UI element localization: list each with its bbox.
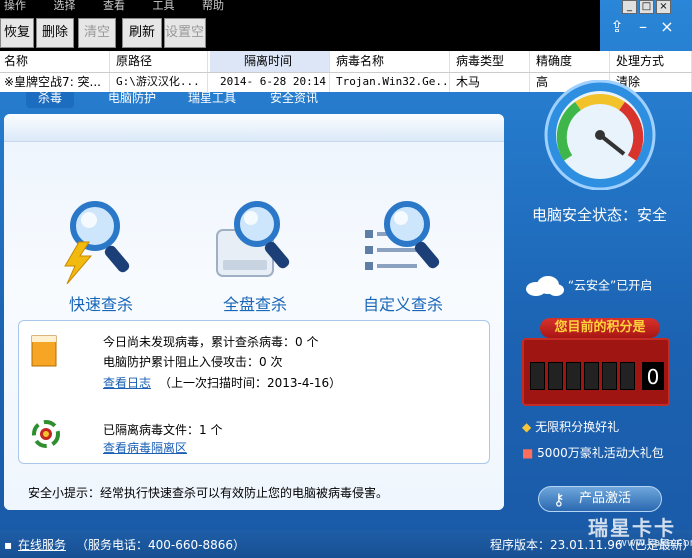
tab-protection[interactable]: 电脑防护 [108,92,156,108]
column-header-path[interactable]: 原路径 [112,51,208,72]
tab-news[interactable]: 安全资讯 [270,92,318,108]
cell-virus-type: 木马 [452,73,530,92]
custom-scan-button[interactable]: 自定义查杀 [338,200,468,320]
cell-path: G:\游汉汉化... [112,73,208,92]
points-panel: 0 您目前的积分是 [522,314,672,406]
menu-tools[interactable]: 工具 [149,0,175,11]
quick-scan-label: 快速查杀 [68,295,133,314]
service-phone-text: （服务电话：400-660-8866） [76,538,246,552]
custom-scan-icon [365,201,440,270]
quarantine-toolbar: 恢复 删除 清空 刷新 设置空间 [0,14,600,51]
column-header-time[interactable]: 隔离时间 [210,51,330,72]
view-log-link[interactable]: 查看日志 [103,374,151,391]
protection-summary-text: 电脑防护累计阻止入侵攻击：0 次 [103,355,283,369]
scan-panel: 快速查杀 全盘查杀 自定义查杀 今日尚未发现病毒，累计查杀病毒：0 个 电脑防护… [4,114,504,510]
quick-scan-icon [64,201,130,284]
settings-space-button[interactable]: 设置空间 [164,18,206,48]
cell-virus-name: Trojan.Win32.Ge... [332,73,450,92]
antivirus-app-window: 操作 选择 查看 工具 帮助 _ □ × ⇪ – × 恢复 删除 清空 刷新 设… [0,0,692,558]
watermark-logo: 瑞星卡卡 www.kaka.com [566,508,692,552]
cloud-icon [524,276,564,296]
quick-scan-button[interactable]: 快速查杀 [36,200,166,320]
info-box: 今日尚未发现病毒，累计查杀病毒：0 个 电脑防护累计阻止入侵攻击：0 次 查看日… [18,320,490,464]
minimize-icon[interactable]: _ [622,0,637,14]
gift-text-1: 无限积分换好礼 [535,420,620,434]
column-header-name[interactable]: 名称 [0,51,110,72]
view-quarantine-link[interactable]: 查看病毒隔离区 [103,439,187,456]
menu-select[interactable]: 选择 [50,0,76,11]
report-icon [31,335,57,367]
online-service-link[interactable]: 在线服务 [18,530,66,558]
tab-antivirus[interactable]: 杀毒 [26,92,75,108]
quarantined-count-text: 已隔离病毒文件：1 个 [103,423,223,437]
gift-text-2: 5000万豪礼活动大礼包 [537,446,664,460]
security-status-text: 电脑安全状态：安全 [532,206,668,224]
points-digit-slot [566,362,581,390]
column-header-virus-type[interactable]: 病毒类型 [452,51,530,72]
virus-summary-text: 今日尚未发现病毒，累计查杀病毒：0 个 [103,335,319,349]
maximize-icon[interactable]: □ [639,0,654,14]
activate-label: 产品激活 [578,491,631,506]
security-tip: 安全小提示：经常执行快速查杀可以有效防止您的电脑被病毒侵害。 [28,486,389,500]
column-header-accuracy[interactable]: 精确度 [532,51,610,72]
menu-help[interactable]: 帮助 [198,0,224,11]
gift-row-1[interactable]: ◆ 无限积分换好礼 [522,418,619,435]
menu-bar: 操作 选择 查看 工具 帮助 [0,0,600,14]
cloud-security-row: “云安全”已开启 [524,276,652,296]
panel-header-bar [4,114,504,142]
app-menu-icon[interactable]: ⇪ [606,18,628,36]
online-service-icon: ▪ [4,538,13,552]
points-display: 0 [522,338,670,406]
security-gauge-icon [544,80,656,190]
cloud-security-text: “云安全”已开启 [567,278,653,293]
app-minimize-icon[interactable]: – [632,18,654,36]
close-icon[interactable]: × [656,0,671,14]
full-scan-icon [216,201,290,277]
custom-scan-label: 自定义查杀 [362,295,443,314]
full-scan-button[interactable]: 全盘查杀 [190,200,320,320]
key-icon: ⚷ [553,490,565,509]
coins-icon: ◆ [522,420,532,434]
main-tabs: 杀毒 电脑防护 瑞星工具 安全资讯 [0,92,510,108]
points-digit-slot [530,362,545,390]
gift-icon: ■ [522,446,534,460]
points-value: 0 [642,362,664,390]
points-digit-slot [548,362,563,390]
cell-time: 2014- 6-28 20:14 [210,73,330,92]
refresh-button[interactable]: 刷新 [122,18,162,48]
restore-button[interactable]: 恢复 [0,18,34,48]
clear-button[interactable]: 清空 [78,18,116,48]
tab-tools[interactable]: 瑞星工具 [188,92,236,108]
full-scan-label: 全盘查杀 [222,295,287,314]
points-digit-slot [584,362,599,390]
watermark-url: www.kaka.com [618,536,692,549]
points-digit-slot [620,362,635,390]
app-close-icon[interactable]: × [656,18,678,36]
menu-view[interactable]: 查看 [99,0,125,11]
points-title: 您目前的积分是 [540,318,660,338]
cell-name: ※皇牌空战7: 突... [0,73,110,92]
delete-button[interactable]: 删除 [36,18,74,48]
table-header: 名称 原路径 隔离时间 病毒名称 病毒类型 精确度 处理方式 [0,51,692,73]
last-scan-text: （上一次扫描时间：2013-4-16） [159,376,342,390]
quarantine-icon [32,420,60,448]
column-header-virus-name[interactable]: 病毒名称 [332,51,450,72]
column-header-action[interactable]: 处理方式 [612,51,692,72]
points-digit-slot [602,362,617,390]
menu-operate[interactable]: 操作 [0,0,26,11]
gift-row-2[interactable]: ■ 5000万豪礼活动大礼包 [522,444,664,461]
panel-body: 快速查杀 全盘查杀 自定义查杀 今日尚未发现病毒，累计查杀病毒：0 个 电脑防护… [4,142,504,510]
